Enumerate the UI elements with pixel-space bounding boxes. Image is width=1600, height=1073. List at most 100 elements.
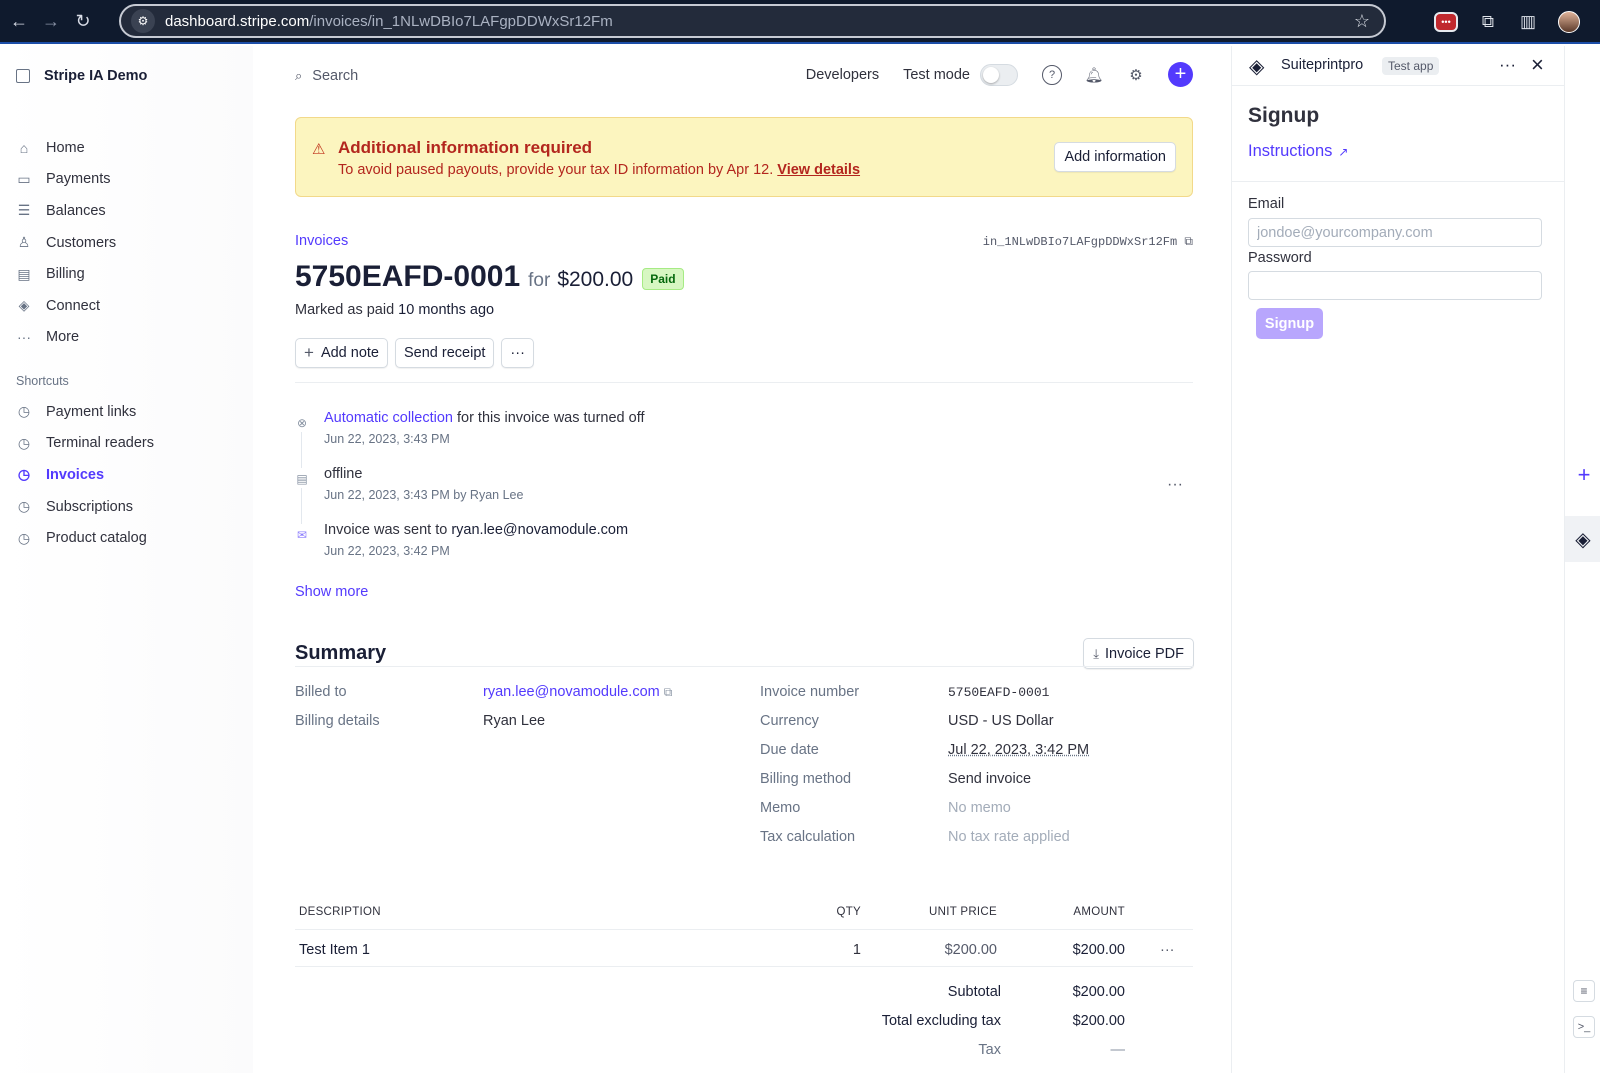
profile-avatar[interactable] — [1558, 11, 1580, 33]
memo-label: Memo — [760, 800, 801, 816]
tax-calculation-label: Tax calculation — [760, 829, 856, 845]
sidebar-item-customers[interactable]: ♙ Customers — [16, 227, 116, 259]
create-plus-button[interactable]: + — [1168, 62, 1193, 87]
list-icon[interactable]: ≡ — [1573, 980, 1595, 1002]
signup-button[interactable]: Signup — [1256, 308, 1323, 339]
app-panel: ◈ Suiteprintpro Test app ··· × Signup In… — [1231, 46, 1565, 1073]
automatic-collection-link[interactable]: Automatic collection — [324, 410, 453, 426]
billed-to-email[interactable]: ryan.lee@novamodule.com ⧉ — [483, 684, 672, 700]
terminal-icon[interactable]: >_ — [1573, 1016, 1595, 1038]
bell-icon[interactable]: 🔔︎ — [1084, 65, 1104, 85]
app-panel-header: ◈ Suiteprintpro Test app ··· × — [1232, 46, 1565, 86]
invoice-number-label: Invoice number — [760, 684, 860, 700]
sidebar-item-terminal-readers[interactable]: ◷ Terminal readers — [16, 428, 154, 460]
reload-icon[interactable]: ↻ — [70, 8, 96, 34]
show-more-link[interactable]: Show more — [295, 584, 368, 600]
password-label: Password — [1248, 250, 1312, 266]
instructions-link[interactable]: Instructions ↗ — [1248, 142, 1348, 161]
more-actions-button[interactable]: ··· — [501, 338, 534, 368]
timeline-text: offline — [324, 466, 363, 482]
bookmark-star-icon[interactable]: ☆ — [1354, 11, 1370, 32]
sidebar-item-more[interactable]: ··· More — [16, 322, 116, 354]
sidebar-item-label: Product catalog — [46, 530, 147, 547]
subtotal-value: $200.00 — [1072, 984, 1125, 1000]
site-settings-icon[interactable]: ⚙ — [131, 9, 155, 33]
sidebar-item-label: Invoices — [46, 466, 105, 483]
test-mode-toggle[interactable] — [980, 63, 1018, 86]
forward-arrow-icon[interactable]: → — [38, 8, 64, 34]
add-note-button[interactable]: + Add note — [295, 338, 388, 368]
invoice-id[interactable]: in_1NLwDBIo7LAFgpDDWxSr12Fm ⧉ — [983, 235, 1193, 249]
gear-icon[interactable]: ⚙ — [1126, 65, 1146, 85]
subtotal-label: Subtotal — [947, 984, 1001, 1000]
breadcrumb-invoices[interactable]: Invoices — [295, 233, 348, 249]
sidebar-item-product-catalog[interactable]: ◷ Product catalog — [16, 522, 154, 554]
stack-layers-icon[interactable]: ◈ — [1565, 516, 1600, 562]
search-input[interactable]: ⌕ Search — [295, 68, 358, 84]
copy-icon[interactable]: ⧉ — [1184, 235, 1193, 249]
account-icon — [16, 69, 30, 83]
clock-icon: ◷ — [17, 529, 31, 546]
billing-details-value: Ryan Lee — [483, 713, 546, 729]
timeline-connector — [301, 488, 302, 524]
sidebar-item-billing[interactable]: ▤ Billing — [16, 258, 116, 290]
billing-method-label: Billing method — [760, 771, 852, 787]
back-arrow-icon[interactable]: ← — [6, 8, 32, 34]
add-app-plus-icon[interactable]: + — [1573, 464, 1595, 486]
sidebar-item-home[interactable]: ⌂ Home — [16, 132, 116, 164]
sidebar-item-subscriptions[interactable]: ◷ Subscriptions — [16, 491, 154, 523]
view-details-link[interactable]: View details — [777, 162, 860, 178]
sidebar-item-label: Customers — [46, 234, 117, 251]
note-more-button[interactable]: ··· — [1167, 476, 1183, 494]
app-rail: + ◈ ≡ >_ — [1564, 46, 1600, 1073]
password-field[interactable] — [1248, 271, 1542, 300]
add-information-button[interactable]: Add information — [1054, 142, 1176, 172]
copy-icon[interactable]: ⧉ — [664, 685, 673, 699]
col-description: DESCRIPTION — [299, 906, 381, 918]
sidebar-item-payments[interactable]: ▭ Payments — [16, 164, 116, 196]
primary-nav: ⌂ Home ▭ Payments ☰ Balances ♙ Customers ▤ Bi… — [16, 132, 116, 353]
sidebar-item-invoices[interactable]: ◷ Invoices — [16, 459, 154, 491]
due-date-label: Due date — [760, 742, 819, 758]
close-icon[interactable]: × — [1531, 52, 1544, 78]
app-name: Suiteprintpro — [1281, 57, 1364, 73]
invoice-pdf-button[interactable]: ⤓ Invoice PDF — [1083, 638, 1194, 669]
timeline-time: Jun 22, 2023, 3:42 PM — [324, 544, 450, 558]
timeline-item: ✉ Invoice was sent to ryan.lee@novamodul… — [295, 522, 1193, 578]
account-switcher[interactable]: Stripe IA Demo — [16, 68, 147, 84]
clock-icon: ◷ — [17, 498, 31, 515]
sidebar-item-connect[interactable]: ◈ Connect — [16, 290, 116, 322]
row-more-button[interactable]: ··· — [1160, 942, 1175, 958]
clock-icon: ◷ — [17, 403, 31, 420]
email-label: Email — [1248, 196, 1285, 212]
divider — [1232, 181, 1565, 182]
extension-icon[interactable]: ••• — [1434, 12, 1458, 32]
invoice-number: 5750EAFD-0001 — [295, 260, 521, 293]
main-content: ⌕ Search Developers Test mode ? 🔔︎ ⚙ + ⚠… — [295, 46, 1194, 1073]
side-panel-icon[interactable]: ▥ — [1518, 12, 1538, 32]
help-icon[interactable]: ? — [1042, 64, 1062, 85]
puzzle-extensions-icon[interactable]: ⧉ — [1478, 12, 1498, 32]
download-icon: ⤓ — [1093, 645, 1100, 661]
invoice-actions: + Add note Send receipt ··· — [295, 338, 541, 368]
sidebar-item-balances[interactable]: ☰ Balances — [16, 195, 116, 227]
total-excl-tax-value: $200.00 — [1072, 1013, 1125, 1029]
payments-icon: ▭ — [17, 170, 31, 187]
send-receipt-button[interactable]: Send receipt — [395, 338, 495, 368]
address-bar[interactable]: ⚙ dashboard.stripe.com/invoices/in_1NLwD… — [119, 4, 1386, 38]
invoice-pdf-label: Invoice PDF — [1105, 645, 1184, 662]
marked-prefix: Marked as paid — [295, 302, 395, 318]
email-field[interactable] — [1248, 218, 1542, 247]
sidebar-item-payment-links[interactable]: ◷ Payment links — [16, 396, 154, 428]
clock-icon: ◷ — [17, 466, 31, 483]
instructions-label: Instructions — [1248, 142, 1333, 160]
sidebar-item-label: Terminal readers — [46, 435, 154, 452]
timeline-connector — [301, 432, 302, 468]
stack-layers-icon: ◈ — [1249, 56, 1265, 78]
sidebar: Stripe IA Demo ⌂ Home ▭ Payments ☰ Balances… — [0, 46, 253, 1073]
home-icon: ⌂ — [19, 139, 29, 156]
developers-link[interactable]: Developers — [806, 67, 879, 83]
row-description: Test Item 1 — [299, 942, 370, 958]
panel-more-icon[interactable]: ··· — [1499, 55, 1516, 75]
sidebar-item-label: Home — [46, 139, 85, 156]
